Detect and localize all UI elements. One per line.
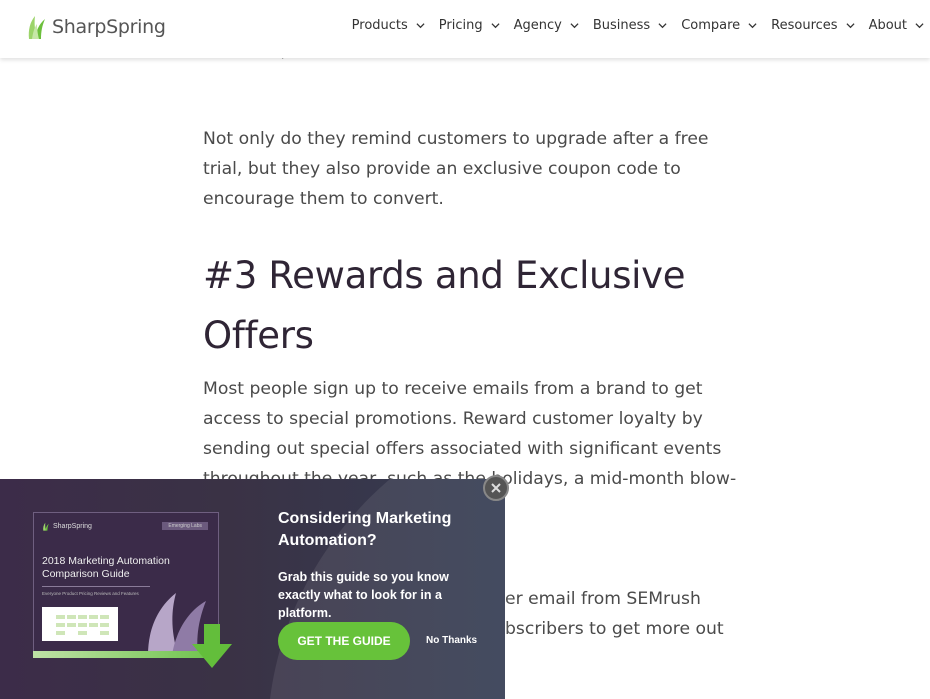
cover-title: 2018 Marketing Automation Comparison Gui… [42,555,170,580]
cover-brand-label: SharpSpring [53,523,92,530]
nav-agency[interactable]: Agency [514,18,579,33]
brand-name: SharpSpring [52,16,166,38]
nav-business[interactable]: Business [593,18,667,33]
nav-label: Compare [681,18,741,33]
no-thanks-link[interactable]: No Thanks [426,635,477,646]
chevron-down-icon [915,23,924,29]
nav-products[interactable]: Products [352,18,425,33]
cover-brand: SharpSpring [42,522,92,531]
popup-description: Grab this guide so you know exactly what… [278,570,449,620]
nav-label: About [868,18,907,33]
paragraph: Not only do they remind customers to upg… [203,129,709,209]
nav-label: Products [351,18,408,33]
cover-subtitle: Everyone Product Pricing Reviews and Fea… [42,591,139,596]
cover-badge: Emerging Labs [162,522,208,530]
nav-label: Business [592,18,651,33]
chevron-down-icon [491,23,500,29]
nav-label: Pricing [438,18,483,33]
section-heading: #3 Rewards and Exclusive Offers [203,254,686,357]
nav-about[interactable]: About [869,18,924,33]
sharpspring-logo[interactable]: SharpSpring [26,14,166,40]
chevron-down-icon [658,23,667,29]
guide-popup: SharpSpring Emerging Labs 2018 Marketing… [0,475,510,699]
chevron-down-icon [416,23,425,29]
main-nav: Products Pricing Agency Business Compare… [338,18,924,33]
nav-pricing[interactable]: Pricing [439,18,500,33]
chevron-down-icon [748,23,757,29]
nav-compare[interactable]: Compare [681,18,757,33]
chevron-down-icon [846,23,855,29]
chevron-down-icon [570,23,579,29]
popup-title: Considering Marketing Automation? [278,510,452,549]
download-arrow-icon [192,624,232,668]
site-header: SharpSpring Products Pricing Agency Busi… [0,0,930,58]
nav-label: Resources [771,18,838,33]
get-the-guide-button[interactable]: GET THE GUIDE [278,622,410,660]
article-body: Not only do they remind customers to upg… [203,124,743,214]
popup-close-button[interactable] [483,475,509,501]
cover-comparison-table [42,607,118,641]
cover-divider [42,586,150,587]
nav-resources[interactable]: Resources [771,18,855,33]
nav-label: Agency [513,18,562,33]
close-icon [491,483,501,493]
sharpspring-leaf-icon [43,522,49,531]
sharpspring-leaf-icon [28,16,45,39]
